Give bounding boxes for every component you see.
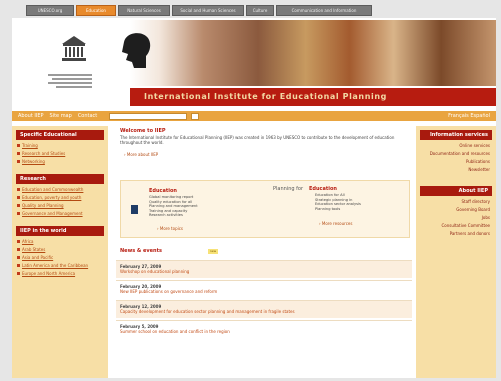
left-sidebar-heading[interactable]: Specific Educational [16, 130, 104, 140]
browser-viewport: UNESCO.org Education Natural Sciences Socia… [0, 0, 501, 381]
feature-right-list: Education for All Strategic planning in Ed… [315, 193, 411, 211]
top-tab[interactable]: UNESCO.org [26, 5, 74, 16]
news-heading: News & events [120, 248, 162, 254]
news-link[interactable]: New IIEP publications on governance and … [120, 289, 408, 294]
unesco-sector-tabs: UNESCO.org Education Natural Sciences Socia… [26, 5, 378, 16]
top-tab[interactable]: Culture [246, 5, 274, 16]
right-sidebar: Information services Online services Docum… [416, 126, 496, 378]
book-icon [131, 205, 138, 214]
logo-caption-line [52, 78, 92, 80]
right-sidebar-item[interactable]: Publications [422, 159, 490, 164]
feature-left-item[interactable]: Research activities [149, 213, 249, 218]
search-button[interactable] [191, 112, 200, 120]
right-sidebar-item[interactable]: Staff directory [422, 199, 490, 204]
top-tab[interactable]: Social and Human Sciences [172, 5, 244, 16]
logo-caption-line [48, 74, 92, 76]
welcome-heading[interactable]: Welcome to IIEP [120, 128, 166, 134]
site-title[interactable]: International Institute for Educational … [130, 88, 496, 106]
left-sidebar-item[interactable]: Quality and Planning [17, 203, 102, 208]
web-page: International Institute for Educational … [12, 18, 496, 378]
right-sidebar-item[interactable]: Jobs [422, 215, 490, 220]
left-sidebar-item[interactable]: Networking [17, 159, 102, 164]
nav-about[interactable]: About IIEP [18, 113, 44, 119]
top-tab[interactable]: Communication and Information [276, 5, 372, 16]
left-sidebar-item[interactable]: Research and Studies [17, 151, 102, 156]
feature-left-heading[interactable]: Education [149, 188, 177, 194]
right-sidebar-heading[interactable]: Information services [420, 130, 492, 140]
language-links[interactable]: Français Español [448, 113, 490, 119]
feature-box: Education Global monitoring report Qualit… [120, 180, 410, 238]
news-item: February 27, 2009 Workshop on educational… [116, 260, 412, 278]
left-sidebar-item[interactable]: Arab States [17, 247, 102, 252]
left-sidebar-item[interactable]: Governance and Management [17, 211, 102, 216]
news-link[interactable]: Summer school on education and conflict … [120, 329, 408, 334]
welcome-text: The International Institute for Educatio… [120, 135, 395, 145]
news-item: February 5, 2009 Summer school on educati… [116, 320, 412, 338]
left-sidebar: Specific Educational Training Research and… [12, 126, 108, 378]
left-sidebar-item[interactable]: Education and Commonwealth [17, 187, 102, 192]
left-sidebar-item[interactable]: Africa [17, 239, 102, 244]
news-list: February 27, 2009 Workshop on educational… [116, 258, 412, 338]
news-link[interactable]: Workshop on educational planning [120, 269, 408, 274]
nav-sitemap[interactable]: Site map [50, 113, 72, 119]
right-sidebar-heading[interactable]: About IIEP [420, 186, 492, 196]
feature-right-heading-accent[interactable]: Education [309, 186, 337, 192]
main-content: Welcome to IIEP The International Instit… [116, 126, 412, 378]
site-banner: International Institute for Educational … [12, 18, 496, 116]
left-sidebar-item[interactable]: Asia and Pacific [17, 255, 102, 260]
feature-left-list: Global monitoring report Quality educatio… [149, 195, 249, 218]
site-nav-bar: About IIEP Site map Contact Français Esp… [12, 111, 496, 121]
left-sidebar-item[interactable]: Training [17, 143, 102, 148]
left-sidebar-item[interactable]: Europe and North America [17, 271, 102, 276]
profile-head-icon [122, 33, 151, 68]
feature-right-item[interactable]: Planning tools [315, 207, 411, 212]
feature-right-heading: Planning for [273, 186, 304, 192]
right-sidebar-item[interactable]: Governing Board [422, 207, 490, 212]
logo-caption-line [48, 82, 92, 84]
nav-contact[interactable]: Contact [78, 113, 97, 119]
top-tab[interactable]: Education [76, 5, 116, 16]
news-new-badge: new [208, 249, 218, 254]
right-sidebar-item[interactable]: Online services [422, 143, 490, 148]
left-sidebar-heading[interactable]: IIEP in the world [16, 226, 104, 236]
right-sidebar-item[interactable]: Documentation and resources [422, 151, 490, 156]
news-item: February 12, 2009 Capacity development fo… [116, 300, 412, 318]
feature-left-more-link[interactable]: › More topics [157, 226, 183, 231]
search-input[interactable] [109, 112, 188, 120]
left-sidebar-heading[interactable]: Research [16, 174, 104, 184]
unesco-temple-icon [62, 36, 86, 61]
welcome-more-link[interactable]: › More about IIEP [124, 152, 158, 157]
news-link[interactable]: Capacity development for education secto… [120, 309, 408, 314]
feature-right-more-link[interactable]: › More resources [319, 221, 352, 226]
logo-caption-line [56, 86, 92, 88]
banner-photo-collage [130, 20, 496, 86]
unesco-logo-block[interactable] [26, 28, 112, 98]
left-sidebar-item[interactable]: Education, poverty and youth [17, 195, 102, 200]
left-sidebar-item[interactable]: Latin America and the Caribbean [17, 263, 102, 268]
top-tab[interactable]: Natural Sciences [118, 5, 170, 16]
news-item: February 20, 2009 New IIEP publications o… [116, 280, 412, 298]
right-sidebar-item[interactable]: Consultative Committee [422, 223, 490, 228]
